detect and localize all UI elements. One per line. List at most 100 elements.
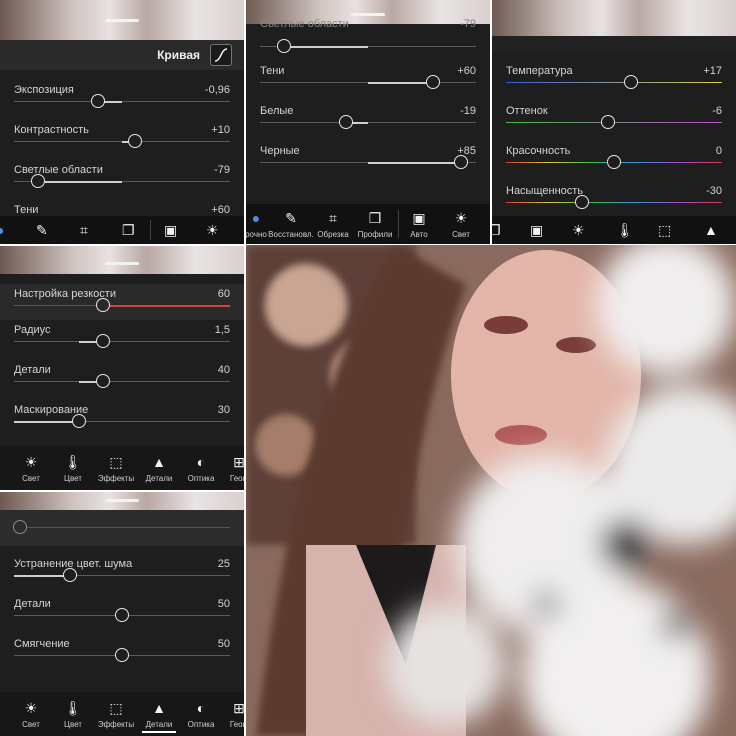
slider-knob[interactable] — [115, 608, 129, 622]
bottom-toolbar: ● рочно ✎ Восстановл. ⌗ Обрезка ❐ Профили ▣ А… — [246, 204, 490, 244]
lens-icon[interactable]: ◐ Оптика — [184, 454, 218, 483]
slider-radius[interactable]: Радиус 1,5 — [0, 324, 244, 364]
layers-icon[interactable]: ❐ — [492, 222, 501, 238]
slider-tint[interactable]: Оттенок -6 — [492, 105, 736, 145]
vignette-icon[interactable]: ⬚ Эффекты — [96, 700, 136, 729]
slider-value: +60 — [457, 65, 476, 77]
slider-knob[interactable] — [425, 75, 440, 89]
slider-contrast[interactable]: Контрастность +10 — [0, 124, 244, 164]
slider-knob[interactable] — [95, 298, 110, 312]
crop-icon[interactable]: ⌗ Обрезка — [316, 210, 350, 239]
slider-track[interactable] — [14, 568, 230, 582]
geometry-icon[interactable]: ⊞Геом — [222, 700, 244, 729]
auto-icon[interactable]: ▣ — [530, 222, 543, 238]
slider-track[interactable] — [260, 155, 476, 169]
bottom-toolbar: ❐ ▣ ☀ 🌡 ⬚ ▲ — [492, 216, 736, 244]
panel-light-mid: Светлые области -79 Тени +60 Белые -19 Ч… — [246, 0, 490, 244]
slider-smoothness[interactable]: Смягчение 50 — [0, 638, 244, 678]
slider-knob[interactable] — [127, 134, 142, 148]
slider-knob[interactable] — [607, 155, 621, 169]
slider-track[interactable] — [260, 75, 476, 89]
layers-icon[interactable]: ❐ — [122, 222, 135, 238]
slider-blacks[interactable]: Черные +85 — [246, 145, 490, 185]
auto-icon[interactable]: ▣ — [164, 222, 177, 238]
bandage-icon[interactable]: ✎ — [36, 222, 48, 238]
sun-icon[interactable]: ☀ Свет — [14, 700, 48, 729]
slider-detail[interactable]: Детали 40 — [0, 364, 244, 404]
slider-exposure[interactable]: Экспозиция -0,96 — [0, 84, 244, 124]
slider-knob[interactable] — [71, 414, 86, 428]
thermometer-icon[interactable]: 🌡 Цвет — [56, 700, 90, 729]
slider-track[interactable] — [14, 94, 230, 108]
slider-track[interactable] — [14, 134, 230, 148]
crop-icon[interactable]: ⌗ — [80, 222, 88, 238]
slider-highlights-partial[interactable]: Светлые области -79 — [246, 18, 490, 60]
tool-label: Цвет — [64, 474, 82, 483]
slider-whites[interactable]: Белые -19 — [246, 105, 490, 145]
slider-sharpening[interactable]: Настройка резкости 60 — [0, 284, 244, 320]
drag-handle[interactable] — [105, 499, 139, 502]
triangle-icon[interactable]: ▲ Детали — [142, 454, 176, 483]
curve-icon[interactable] — [210, 44, 232, 66]
slider-temperature[interactable]: Температура +17 — [492, 65, 736, 105]
geometry-icon[interactable]: ⊞Геом — [222, 454, 244, 483]
slider-knob[interactable] — [95, 374, 110, 388]
slider-track[interactable] — [14, 648, 230, 662]
drag-handle[interactable] — [351, 13, 385, 16]
thermometer-icon[interactable]: 🌡 — [616, 222, 634, 238]
bandage-icon[interactable]: ● — [0, 222, 4, 238]
triangle-icon[interactable]: ▲ — [704, 222, 718, 238]
slider-track[interactable] — [260, 115, 476, 129]
slider-track[interactable] — [506, 195, 722, 209]
slider-knob[interactable] — [30, 174, 45, 188]
slider-track[interactable] — [14, 174, 230, 188]
slider-knob[interactable] — [339, 115, 354, 129]
sun-icon[interactable]: ☀ Свет — [446, 210, 476, 239]
slider-masking[interactable]: Маскирование 30 — [0, 404, 244, 444]
vignette-icon[interactable]: ⬚ — [658, 222, 671, 238]
triangle-icon[interactable]: ▲ Детали — [142, 700, 176, 733]
slider-knob[interactable] — [624, 75, 639, 89]
thermometer-icon[interactable]: 🌡 Цвет — [56, 454, 90, 483]
slider-knob[interactable] — [276, 39, 291, 53]
slider-shadows[interactable]: Тени +60 — [246, 65, 490, 105]
slider-knob[interactable] — [95, 334, 110, 348]
slider-track[interactable] — [13, 520, 230, 534]
photo-preview — [492, 0, 736, 36]
bandage-icon[interactable]: ✎ Восстановл. — [268, 210, 314, 239]
slider-knob[interactable] — [13, 520, 28, 534]
slider-knob[interactable] — [115, 648, 129, 662]
slider-value: -79 — [214, 164, 230, 176]
auto-icon[interactable]: ▣ Авто — [404, 210, 434, 239]
slider-knob[interactable] — [600, 115, 615, 129]
layers-icon[interactable]: ❐ Профили — [356, 210, 394, 239]
slider-track[interactable] — [260, 39, 476, 53]
sun-icon[interactable]: ☀ — [572, 222, 585, 238]
lens-icon[interactable]: ◐ Оптика — [184, 700, 218, 729]
slider-value: +60 — [211, 204, 230, 216]
sun-icon[interactable]: ☀ Свет — [14, 454, 48, 483]
slider-knob[interactable] — [453, 155, 468, 169]
slider-track[interactable] — [506, 75, 722, 89]
tool-label: Цвет — [64, 720, 82, 729]
slider-track[interactable] — [506, 155, 722, 169]
slider-vibrance[interactable]: Красочность 0 — [492, 145, 736, 185]
slider-noise-detail[interactable]: Детали 50 — [0, 598, 244, 638]
vignette-icon[interactable]: ⬚ Эффекты — [96, 454, 136, 483]
slider-knob[interactable] — [63, 568, 78, 582]
slider-track[interactable] — [506, 115, 722, 129]
slider-knob[interactable] — [574, 195, 589, 209]
slider-color-noise[interactable]: Устранение цвет. шума 25 — [0, 558, 244, 598]
slider-track[interactable] — [14, 374, 230, 388]
drag-handle[interactable] — [105, 19, 139, 22]
slider-track[interactable] — [14, 334, 230, 348]
slider-track[interactable] — [14, 414, 230, 428]
slider-label: Оттенок — [506, 105, 548, 117]
drag-handle[interactable] — [105, 262, 139, 265]
slider-track[interactable] — [14, 608, 230, 622]
slider-track[interactable] — [14, 298, 230, 312]
bottom-toolbar: ☀ Свет 🌡 Цвет ⬚ Эффекты ▲ Детали ◐ Оптика ⊞ Ге… — [0, 692, 244, 736]
slider-knob[interactable] — [91, 94, 106, 108]
sun-icon[interactable]: ☀ — [206, 222, 219, 238]
slider-highlights[interactable]: Светлые области -79 — [0, 164, 244, 204]
